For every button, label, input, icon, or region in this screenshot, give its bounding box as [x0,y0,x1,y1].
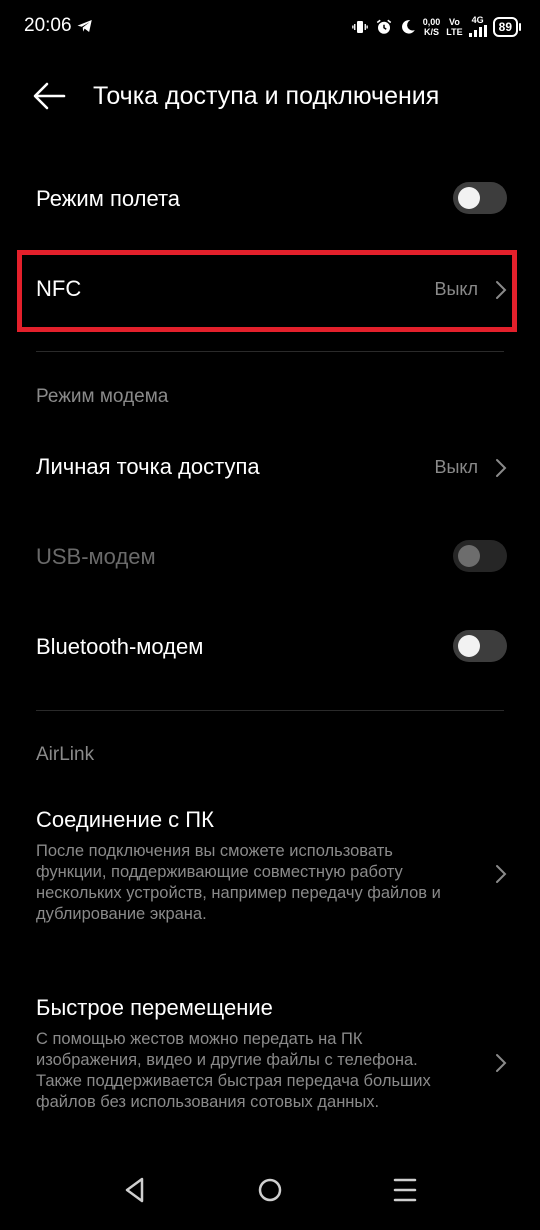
status-time: 20:06 [24,15,72,36]
nav-menu-icon[interactable] [385,1174,425,1206]
back-arrow-icon[interactable] [30,78,70,114]
quick-transfer-row[interactable]: Быстрое перемещение С помощью жестов мож… [0,988,540,1138]
battery-indicator: 89 [492,17,522,37]
alarm-icon [376,19,391,34]
bluetooth-modem-row[interactable]: Bluetooth-модем [0,620,540,676]
nav-back-icon[interactable] [115,1174,155,1206]
nav-home-icon[interactable] [250,1174,290,1206]
signal-4g: 4G [468,15,487,39]
hotspot-row[interactable]: Личная точка доступа Выкл [0,440,540,496]
airplane-mode-toggle[interactable] [453,182,507,214]
divider [36,351,504,352]
navigation-bar [0,1160,540,1230]
airplane-mode-label: Режим полета [36,186,181,211]
divider [36,710,504,711]
volte-indicator: Vo LTE [446,17,463,37]
status-icons: 0,00 K/S Vo LTE 4G 89 [351,14,522,40]
usb-modem-label: USB-модем [36,544,156,569]
bluetooth-modem-label: Bluetooth-модем [36,634,204,659]
airplane-mode-row[interactable]: Режим полета [0,172,540,228]
usb-modem-toggle [453,540,507,572]
chevron-right-icon [496,459,507,477]
status-bar: 20:06 0,00 K/S Vo LTE 4G 89 [0,0,540,56]
nfc-highlight-box [17,250,517,332]
vibrate-icon [351,21,368,33]
section-title-airlink: AirLink [36,744,95,765]
pc-connection-description: После подключения вы сможете использоват… [36,842,441,923]
chevron-right-icon [496,865,507,883]
hotspot-status: Выкл [434,457,478,477]
telegram-icon [77,20,92,32]
chevron-right-icon [496,1054,507,1072]
net-speed: 0,00 K/S [422,17,441,37]
signal-bars-icon [468,25,487,37]
usb-modem-row: USB-модем [0,530,540,586]
pc-connection-label: Соединение с ПК [36,807,214,832]
toggle-knob [458,545,480,567]
quick-transfer-description: С помощью жестов можно передать на ПК из… [36,1030,431,1111]
settings-screen: 20:06 0,00 K/S Vo LTE 4G 89 Точка доступ… [0,0,540,1230]
toggle-knob [458,187,480,209]
bluetooth-modem-toggle[interactable] [453,630,507,662]
page-title: Точка доступа и подключения [93,82,440,110]
dnd-moon-icon [401,20,415,34]
hotspot-label: Личная точка доступа [36,454,260,479]
pc-connection-row[interactable]: Соединение с ПК После подключения вы смо… [0,800,540,950]
quick-transfer-label: Быстрое перемещение [36,995,273,1020]
section-title-modem: Режим модема [36,386,169,407]
toggle-knob [458,635,480,657]
header: Точка доступа и подключения [0,66,540,126]
